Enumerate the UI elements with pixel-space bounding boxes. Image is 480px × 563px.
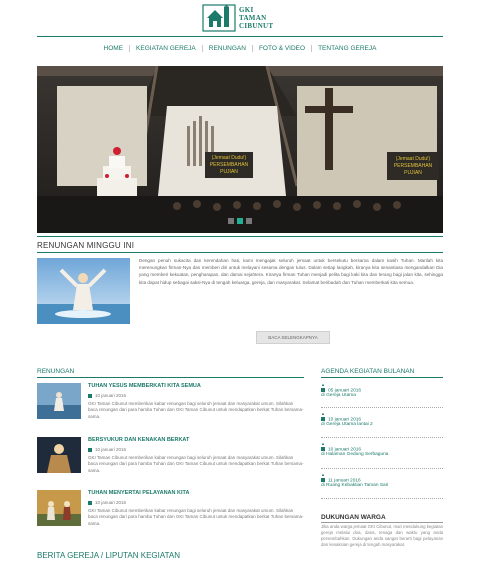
dukungan-text: Jika anda warga jemaat GKI Cibunut, mari…	[321, 524, 443, 547]
renungan-item-date: 10 januari 2016	[88, 500, 126, 505]
slider-dot[interactable]	[237, 218, 243, 224]
read-more-button[interactable]: BACA SELENGKAPNYA	[256, 331, 330, 344]
church-interior-photo: (Jemaat Dudu!) PERSEMBAHAN PUJIAN (Jemaa…	[37, 66, 443, 233]
agenda-separator	[321, 468, 443, 469]
agenda-separator	[321, 407, 443, 408]
renungan-item-date: 10 januari 2016	[88, 393, 126, 398]
renungan-item[interactable]: TUHAN YESUS MEMBERKATI KITA SEMUA 10 jan…	[37, 383, 304, 427]
agenda-section-title: AGENDA KEGIATAN BULANAN	[321, 368, 415, 375]
calendar-icon	[88, 500, 92, 505]
agenda-separator	[321, 437, 443, 438]
main-nav: HOME KEGIATAN GEREJA RENUNGAN FOTO & VID…	[0, 45, 480, 52]
renungan-item-date: 10 januari 2016	[88, 447, 126, 452]
nav-renungan[interactable]: RENUNGAN	[201, 45, 252, 52]
nav-tentang-gereja[interactable]: TENTANG GEREJA	[311, 45, 382, 52]
renungan-item-text: GKI Taman Cibunut memberikan kabar renun…	[88, 401, 304, 419]
dukungan-divider	[321, 522, 443, 523]
agenda-item-place[interactable]: di Ruang Kebaktian Taman Sari	[321, 483, 443, 488]
calendar-icon	[321, 478, 325, 482]
agenda-item[interactable]: ▲ 05 januari 2016 di Gereja Utama	[321, 382, 443, 398]
slider-dot[interactable]	[246, 218, 252, 224]
agenda-separator	[321, 498, 443, 499]
renungan-item-text: GKI Taman Cibunut memberikan kabar renun…	[88, 508, 304, 526]
nav-kegiatan-gereja[interactable]: KEGIATAN GEREJA	[129, 45, 202, 52]
hero-banner-left-line2: PERSEMBAHAN	[210, 162, 249, 168]
calendar-icon	[88, 393, 92, 398]
renungan-minggu-text: Dengan penuh sukacita dan kerendahan hat…	[139, 258, 443, 285]
slider-pagination	[228, 218, 252, 224]
calendar-icon	[321, 388, 325, 392]
renungan-item-title[interactable]: BERSYUKUR DAN KENAKAN BERKAT	[88, 437, 189, 443]
renungan-divider	[37, 377, 304, 378]
agenda-item-place[interactable]: di Halaman Gedung Serbaguna	[321, 452, 443, 457]
berita-section-title: BERITA GEREJA / LIPUTAN KEGIATAN	[37, 551, 180, 560]
renungan-minggu-title: RENUNGAN MINGGU INI	[37, 241, 135, 250]
hero-banner-right-line2: PERSEMBAHAN	[394, 163, 433, 169]
renungan-minggu-divider	[37, 252, 443, 253]
renungan-item[interactable]: TUHAN MENYERTAI PELAYANAN KITA 10 januar…	[37, 490, 304, 534]
agenda-item[interactable]: ▲ 10 januari 2016 di Halaman Gedung Serb…	[321, 441, 443, 457]
hero-banner-left-line3: PUJIAN	[220, 169, 238, 175]
agenda-item[interactable]: ▲ 10 januari 2016 di Gereja Utama lantai…	[321, 411, 443, 427]
hero-slider[interactable]: (Jemaat Dudu!) PERSEMBAHAN PUJIAN (Jemaa…	[37, 66, 443, 233]
renungan-item-text: GKI Taman Cibunut memberikan kabar renun…	[88, 455, 304, 473]
renungan-section-title: RENUNGAN	[37, 368, 75, 375]
agenda-item-place[interactable]: di Gereja Utama	[321, 393, 443, 398]
dukungan-title: DUKUNGAN WARGA	[321, 514, 386, 521]
brand-line1: GKI	[239, 6, 254, 14]
calendar-icon	[321, 447, 325, 451]
agenda-divider	[321, 377, 443, 378]
nav-foto-video[interactable]: FOTO & VIDEO	[251, 45, 311, 52]
renungan-thumb	[37, 490, 81, 526]
agenda-item[interactable]: ▲ 11 januari 2016 di Ruang Kebaktian Tam…	[321, 472, 443, 488]
brand-line3: CIBUNUT	[239, 22, 274, 30]
renungan-thumb	[37, 383, 81, 419]
renungan-item-title[interactable]: TUHAN MENYERTAI PELAYANAN KITA	[88, 490, 189, 496]
renungan-item[interactable]: BERSYUKUR DAN KENAKAN BERKAT 10 januari …	[37, 437, 304, 481]
renungan-item-date-text: 10 januari 2016	[95, 393, 127, 398]
nav-home[interactable]: HOME	[98, 45, 130, 52]
church-logo-icon	[202, 4, 236, 32]
calendar-icon	[88, 447, 92, 452]
renungan-item-title[interactable]: TUHAN YESUS MEMBERKATI KITA SEMUA	[88, 383, 201, 389]
renungan-thumb	[37, 437, 81, 473]
renungan-item-date-text: 10 januari 2016	[95, 447, 127, 452]
renungan-item-date-text: 10 januari 2016	[95, 500, 127, 505]
renungan-minggu-image	[37, 258, 130, 324]
site-logo[interactable]: GKI TAMAN CIBUNUT	[202, 4, 273, 32]
hero-banner-left-line1: (Jemaat Dudu!)	[212, 155, 247, 161]
hero-banner-right-line1: (Jemaat Dudu!)	[396, 156, 431, 162]
brand-line2: TAMAN	[239, 14, 267, 22]
hero-banner-right-line3: PUJIAN	[404, 170, 422, 176]
hero-bottom-divider	[37, 236, 443, 237]
header-divider	[37, 36, 443, 37]
calendar-icon	[321, 417, 325, 421]
slider-dot[interactable]	[228, 218, 234, 224]
agenda-item-place[interactable]: di Gereja Utama lantai 2	[321, 422, 443, 427]
brand-name: GKI TAMAN CIBUNUT	[239, 6, 273, 30]
